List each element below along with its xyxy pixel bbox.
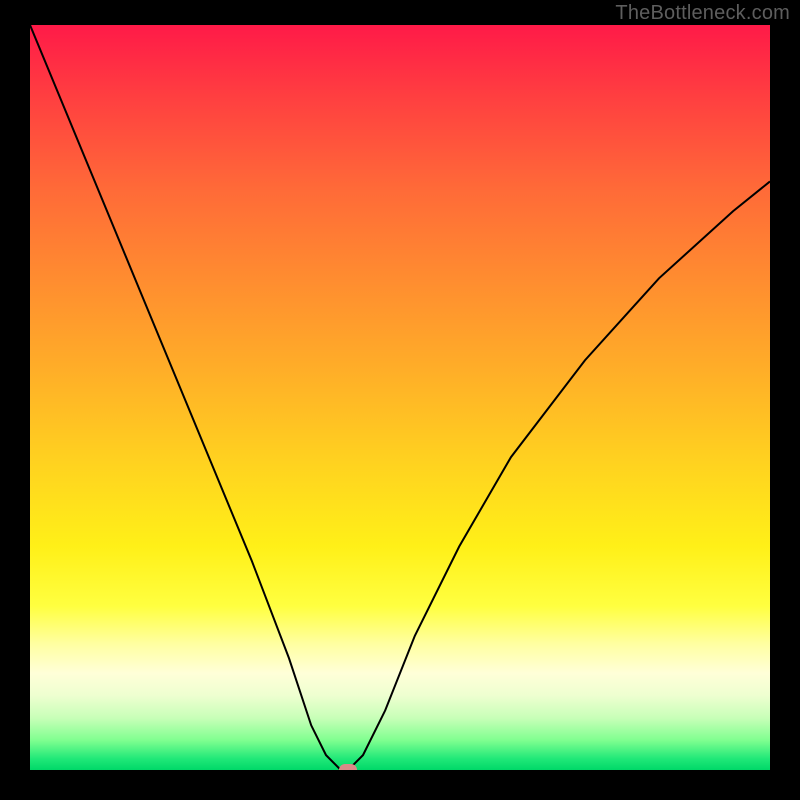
- bottleneck-curve: [30, 25, 770, 770]
- chart-container: TheBottleneck.com: [0, 0, 800, 800]
- plot-frame: [30, 25, 770, 770]
- minimum-marker: [339, 764, 357, 770]
- watermark-text: TheBottleneck.com: [615, 2, 790, 25]
- plot-area: [30, 25, 770, 770]
